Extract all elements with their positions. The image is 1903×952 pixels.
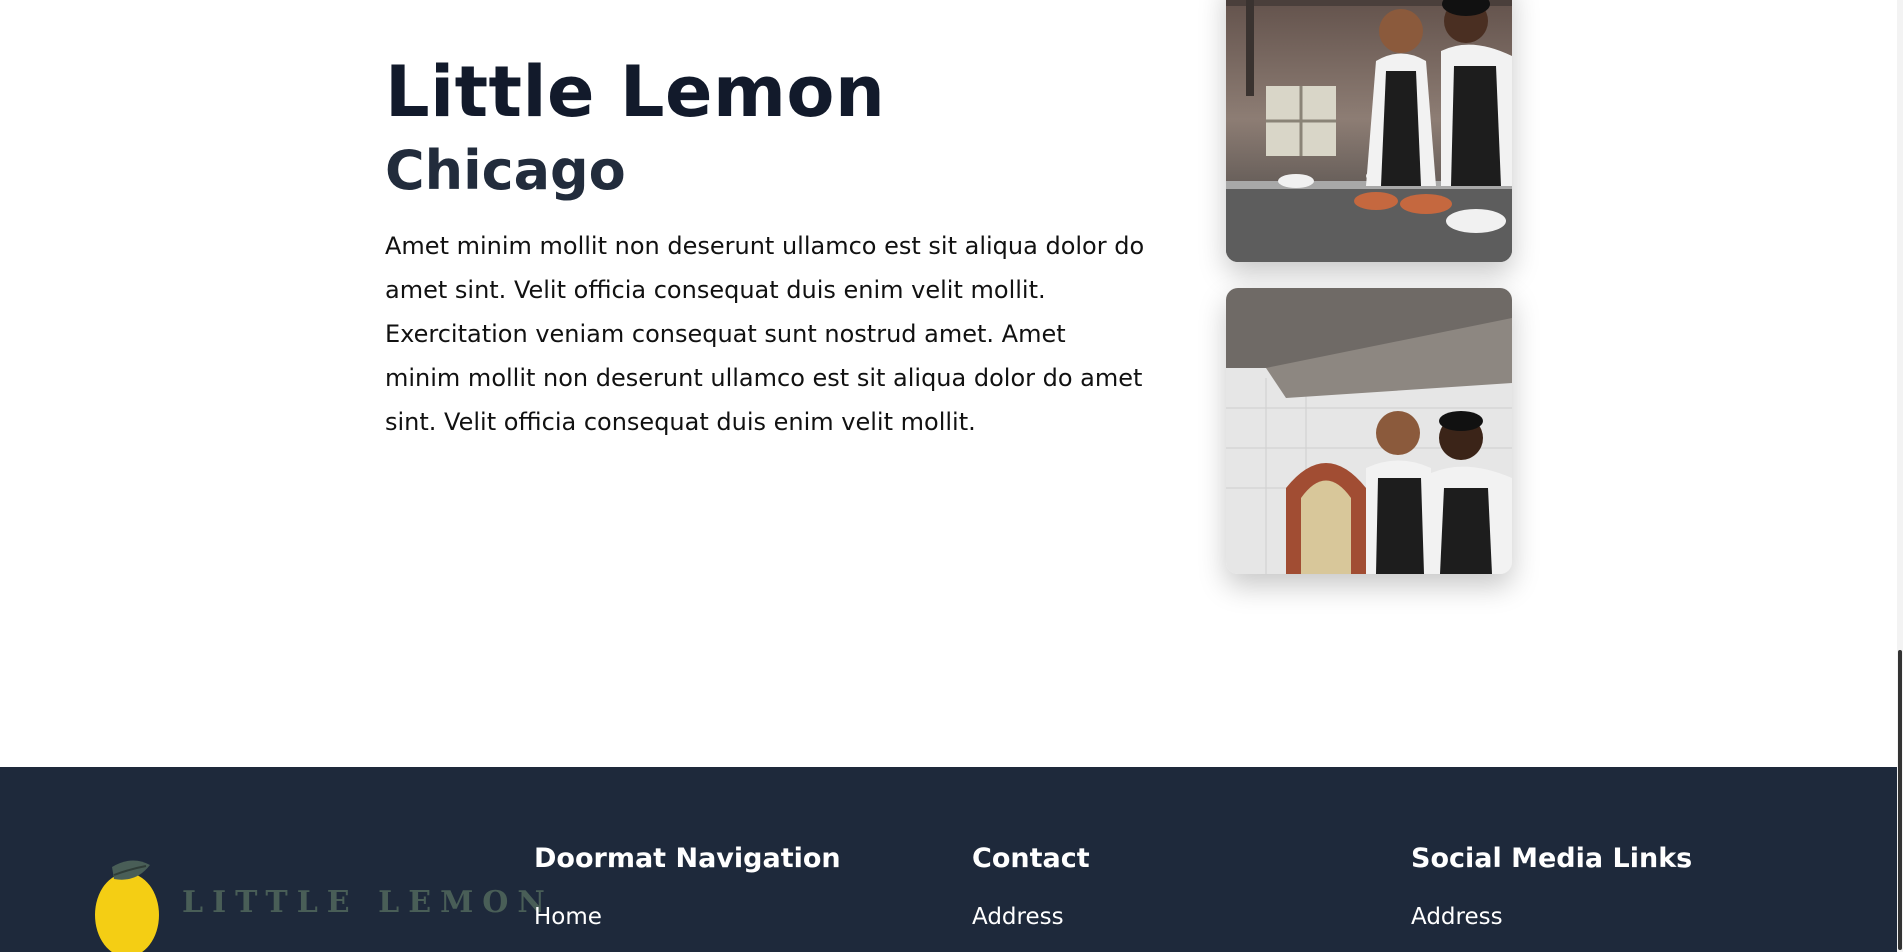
- chefs-photo-top: [1226, 0, 1512, 262]
- footer-logo[interactable]: LITTLE LEMON: [92, 857, 545, 952]
- footer-heading-contact: Contact: [972, 843, 1090, 874]
- about-section: Little Lemon Chicago Amet minim mollit n…: [385, 50, 1145, 444]
- about-subtitle: Chicago: [385, 139, 626, 202]
- page-scrollbar[interactable]: [1897, 0, 1903, 952]
- footer-contact: Contact Address: [972, 843, 1352, 931]
- page: Little Lemon Chicago Amet minim mollit n…: [0, 0, 1903, 952]
- about-description: Amet minim mollit non deserunt ullamco e…: [385, 232, 1145, 436]
- footer-logo-text: LITTLE LEMON: [182, 885, 554, 920]
- footer-link-address[interactable]: Address: [972, 903, 1352, 931]
- footer-doormat-navigation: Doormat Navigation Home: [534, 843, 914, 931]
- chefs-photo-bottom: [1226, 288, 1512, 574]
- lemon-logo-icon: [95, 860, 159, 952]
- footer-heading-social: Social Media Links: [1411, 843, 1693, 874]
- site-footer: LITTLE LEMON Doormat Navigation Home Con…: [0, 767, 1897, 952]
- scrollbar-thumb[interactable]: [1898, 650, 1902, 950]
- footer-link-home[interactable]: Home: [534, 903, 914, 931]
- footer-heading-navigation: Doormat Navigation: [534, 843, 841, 874]
- about-title: Little Lemon: [385, 51, 886, 133]
- footer-link-social-address[interactable]: Address: [1411, 903, 1791, 931]
- footer-social-media: Social Media Links Address: [1411, 843, 1791, 931]
